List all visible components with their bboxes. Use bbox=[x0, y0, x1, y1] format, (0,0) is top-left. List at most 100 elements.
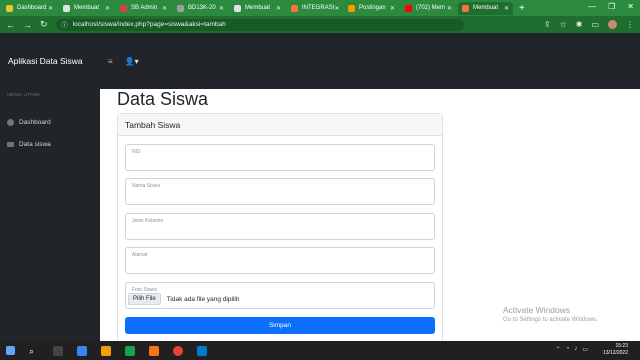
sidebar-item-data-siswa[interactable]: Data siswa bbox=[0, 133, 100, 155]
choose-file-button[interactable]: Pilih File bbox=[128, 293, 161, 305]
tab-favicon-icon bbox=[6, 4, 13, 12]
tab-label: BD13K-20 bbox=[188, 5, 216, 11]
browser-tab[interactable]: INTEGRASI ✕ bbox=[287, 2, 342, 15]
toolbar-extensions: ⇪ ☆ ✱ ▭ ⋮ bbox=[544, 20, 634, 29]
minimize-icon[interactable]: — bbox=[588, 2, 596, 11]
tab-label: Membuat bbox=[473, 5, 499, 11]
search-icon[interactable]: ⌕ bbox=[29, 346, 39, 356]
start-icon[interactable] bbox=[6, 346, 15, 355]
foto-siswa-field: Foto Siswa Pilih File Tidak ada file yan… bbox=[125, 282, 435, 309]
clock[interactable]: 15:23 13/12/2022 bbox=[603, 343, 628, 357]
sidebar: MENU UTAMA Dashboard Data siswa bbox=[0, 89, 100, 341]
app-brand[interactable]: Aplikasi Data Siswa bbox=[0, 56, 100, 66]
tab-label: Dashboard bbox=[17, 5, 47, 11]
task-view-icon[interactable] bbox=[53, 345, 63, 356]
main-content: Data Siswa Tambah Siswa NIS Nama Siswa J… bbox=[100, 89, 640, 343]
file-picker: Pilih File Tidak ada file yang dipilih bbox=[128, 293, 239, 305]
sidebar-item-dashboard[interactable]: Dashboard bbox=[0, 111, 100, 133]
browser-tab[interactable]: Postingan ✕ bbox=[344, 2, 399, 15]
tab-favicon-icon bbox=[120, 4, 127, 12]
browser-tab[interactable]: SB Admin ✕ bbox=[116, 2, 171, 15]
user-menu-icon[interactable]: 👤▾ bbox=[125, 57, 139, 66]
url-input[interactable]: ⓘ localhost/siswa/index.php?page=siswa&a… bbox=[55, 18, 464, 31]
clock-date: 13/12/2022 bbox=[602, 350, 628, 356]
tab-favicon-icon bbox=[348, 4, 355, 12]
file-status: Tidak ada file yang dipilih bbox=[166, 295, 240, 303]
tab-favicon-icon bbox=[291, 4, 298, 12]
chevron-up-icon[interactable]: ⌃ bbox=[556, 346, 561, 353]
profile-avatar[interactable] bbox=[608, 20, 617, 29]
tab-favicon-icon bbox=[63, 4, 70, 12]
close-tab-icon[interactable]: ✕ bbox=[48, 5, 53, 12]
battery-icon[interactable]: ▭ bbox=[582, 346, 588, 353]
new-tab-button[interactable]: + bbox=[519, 3, 525, 14]
volume-icon[interactable]: ♪ bbox=[574, 346, 577, 353]
maximize-icon[interactable]: ❐ bbox=[608, 2, 615, 11]
tab-label: Membuat bbox=[245, 5, 271, 11]
close-tab-icon[interactable]: ✕ bbox=[219, 5, 224, 12]
sidebar-icon[interactable]: ▭ bbox=[591, 20, 599, 29]
jenis-kelamin-field[interactable]: Jenis Kelamin bbox=[125, 213, 435, 240]
sidebar-item-label: Data siswa bbox=[19, 140, 51, 148]
tab-favicon-icon bbox=[462, 4, 469, 12]
browser-tab-strip: Dashboard ✕ Membuat ✕ SB Admin ✕ BD13K-20 ✕ Memb… bbox=[0, 0, 640, 16]
close-tab-icon[interactable]: ✕ bbox=[504, 5, 509, 12]
forward-icon[interactable]: → bbox=[23, 20, 32, 30]
clock-time: 15:23 bbox=[615, 343, 628, 349]
close-tab-icon[interactable]: ✕ bbox=[276, 5, 281, 12]
sidebar-heading: MENU UTAMA bbox=[7, 92, 41, 97]
extensions-icon[interactable]: ✱ bbox=[576, 20, 583, 29]
field-placeholder: NIS bbox=[132, 149, 141, 155]
bookmark-star-icon[interactable]: ☆ bbox=[560, 20, 567, 29]
back-icon[interactable]: ← bbox=[6, 20, 15, 30]
tab-label: SB Admin bbox=[131, 5, 158, 11]
browser-tab[interactable]: Dashboard ✕ bbox=[2, 2, 57, 15]
add-student-card: Tambah Siswa NIS Nama Siswa Jenis Kelami… bbox=[117, 113, 443, 343]
browser-tab[interactable]: Membuat ✕ bbox=[230, 2, 285, 15]
nama-siswa-field[interactable]: Nama Siswa bbox=[125, 178, 435, 205]
field-placeholder: Jenis Kelamin bbox=[132, 218, 164, 224]
tab-favicon-icon bbox=[234, 4, 241, 12]
browser-tab[interactable]: BD13K-20 ✕ bbox=[173, 2, 228, 15]
sidebar-toggle-icon[interactable]: ≡ bbox=[108, 57, 113, 66]
close-tab-icon[interactable]: ✕ bbox=[105, 5, 110, 12]
url-text: localhost/siswa/index.php?page=siswa&aks… bbox=[72, 21, 226, 28]
alamat-field[interactable]: Alamat bbox=[125, 247, 435, 274]
tab-list: Dashboard ✕ Membuat ✕ SB Admin ✕ BD13K-20 ✕ Memb… bbox=[2, 1, 515, 15]
close-tab-icon[interactable]: ✕ bbox=[334, 5, 339, 12]
share-icon[interactable]: ⇪ bbox=[544, 20, 551, 29]
tab-label: INTEGRASI bbox=[302, 5, 335, 11]
tab-label: Postingan bbox=[359, 5, 386, 11]
top-navbar: Aplikasi Data Siswa ≡ 👤▾ bbox=[0, 33, 640, 89]
widgets-icon[interactable] bbox=[77, 345, 87, 356]
more-menu-icon[interactable]: ⋮ bbox=[626, 20, 634, 29]
close-window-icon[interactable]: ✕ bbox=[627, 2, 634, 11]
field-placeholder: Nama Siswa bbox=[132, 183, 161, 189]
nis-field[interactable]: NIS bbox=[125, 144, 435, 171]
tab-label: (702) Mem bbox=[416, 5, 446, 11]
xampp-icon[interactable] bbox=[149, 345, 159, 356]
close-tab-icon[interactable]: ✕ bbox=[447, 5, 452, 12]
folder-icon bbox=[7, 141, 14, 147]
save-button[interactable]: Simpan bbox=[125, 317, 435, 334]
tab-favicon-icon bbox=[405, 4, 412, 12]
system-tray: ⌃ ◔ ♪ ▭ bbox=[556, 346, 588, 353]
tab-favicon-icon bbox=[177, 4, 184, 12]
close-tab-icon[interactable]: ✕ bbox=[162, 5, 167, 12]
card-title: Tambah Siswa bbox=[118, 114, 442, 136]
browser-tab[interactable]: Membuat ✕ bbox=[59, 2, 114, 15]
vscode-icon[interactable] bbox=[197, 345, 207, 356]
window-controls: — ❐ ✕ bbox=[588, 2, 634, 11]
chrome-icon[interactable] bbox=[173, 345, 183, 356]
tab-label: Membuat bbox=[74, 5, 100, 11]
reload-icon[interactable]: ↻ bbox=[40, 19, 48, 30]
close-tab-icon[interactable]: ✕ bbox=[390, 5, 395, 12]
watermark-subtitle: Go to Settings to activate Windows. bbox=[503, 317, 598, 323]
browser-tab[interactable]: (702) Mem ✕ bbox=[401, 2, 456, 15]
store-icon[interactable] bbox=[125, 345, 135, 356]
watermark-title: Activate Windows bbox=[503, 305, 571, 315]
browser-tab[interactable]: Membuat ✕ bbox=[458, 1, 513, 15]
field-placeholder: Alamat bbox=[132, 252, 148, 258]
file-explorer-icon[interactable] bbox=[101, 345, 111, 356]
wifi-icon[interactable]: ◔ bbox=[566, 346, 570, 353]
